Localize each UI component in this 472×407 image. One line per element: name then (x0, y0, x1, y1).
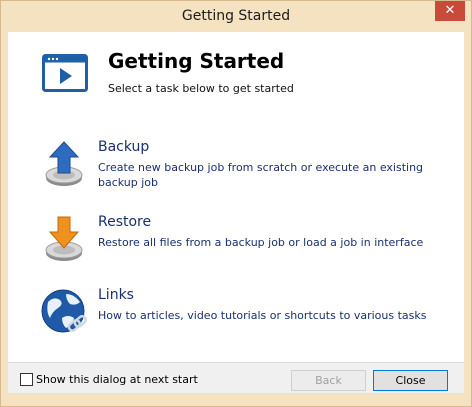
back-button[interactable]: Back (291, 370, 366, 391)
window-title: Getting Started (181, 8, 291, 24)
page-title: Getting Started (108, 49, 285, 73)
download-arrow-icon (45, 216, 83, 261)
task-backup[interactable]: Backup Create new backup job from scratc… (40, 139, 460, 192)
page-subtitle: Select a task below to get started (108, 82, 294, 95)
show-dialog-checkbox[interactable] (20, 373, 33, 386)
globe-link-icon (41, 289, 87, 333)
task-links[interactable]: Links How to articles, video tutorials o… (40, 287, 460, 340)
task-links-description: How to articles, video tutorials or shor… (98, 309, 427, 322)
title-bar[interactable]: Getting Started ✕ (1, 1, 471, 32)
close-button[interactable]: Close (373, 370, 448, 391)
dialog-footer: Show this dialog at next start Back Clos… (8, 362, 464, 393)
task-restore[interactable]: Restore Restore all files from a backup … (40, 214, 460, 267)
upload-arrow-icon (45, 141, 83, 186)
task-backup-title[interactable]: Backup (98, 139, 149, 155)
dialog-content: Getting Started Select a task below to g… (8, 32, 464, 393)
task-restore-title[interactable]: Restore (98, 214, 151, 230)
task-restore-description: Restore all files from a backup job or l… (98, 236, 424, 249)
show-dialog-label[interactable]: Show this dialog at next start (36, 373, 198, 386)
window-close-button[interactable]: ✕ (435, 1, 465, 21)
task-backup-description: Create new backup job from scratch or ex… (98, 161, 424, 189)
task-links-title[interactable]: Links (98, 287, 134, 303)
getting-started-window: Getting Started ✕ Getting Started Select… (0, 0, 472, 407)
application-window-icon (42, 54, 88, 92)
